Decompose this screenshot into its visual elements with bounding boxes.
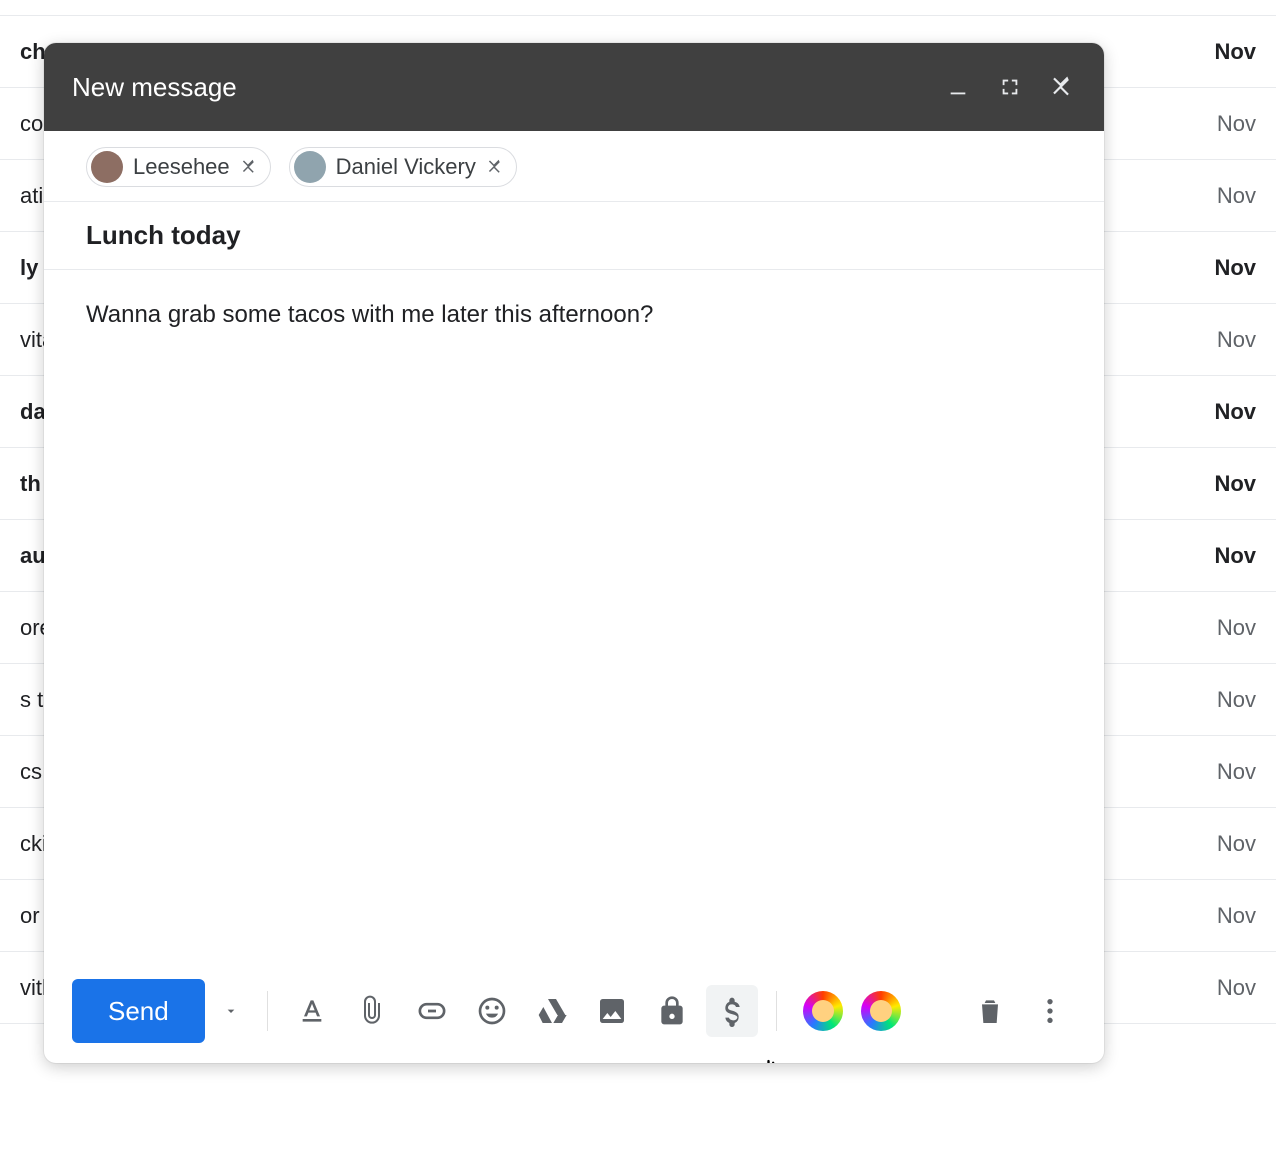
compose-body[interactable]: Wanna grab some tacos with me later this… xyxy=(44,270,1104,969)
recipients-row[interactable]: Leesehee Daniel Vickery xyxy=(44,131,1104,202)
formatting-button[interactable] xyxy=(286,985,338,1037)
insert-photo-button[interactable] xyxy=(586,985,638,1037)
inbox-date: Nov xyxy=(1217,831,1256,857)
confidential-mode-button[interactable] xyxy=(646,985,698,1037)
inbox-date: Nov xyxy=(1217,975,1256,1001)
minimize-button[interactable] xyxy=(944,73,972,101)
close-button[interactable] xyxy=(1048,73,1076,101)
inbox-date: Nov xyxy=(1214,255,1256,281)
inbox-date: Nov xyxy=(1214,543,1256,569)
recipient-name: Daniel Vickery xyxy=(336,154,476,180)
recipient-chip[interactable]: Daniel Vickery xyxy=(289,147,517,187)
more-options-button[interactable] xyxy=(1024,985,1076,1037)
inbox-date: Nov xyxy=(1217,903,1256,929)
insert-drive-button[interactable] xyxy=(526,985,578,1037)
compose-title: New message xyxy=(72,72,920,103)
inbox-date: Nov xyxy=(1217,615,1256,641)
inbox-date: Nov xyxy=(1214,39,1256,65)
compose-toolbar: Send xyxy=(44,969,1104,1063)
inbox-date: Nov xyxy=(1217,759,1256,785)
send-button[interactable]: Send xyxy=(72,979,205,1043)
inbox-date: Nov xyxy=(1214,471,1256,497)
discard-draft-button[interactable] xyxy=(964,985,1016,1037)
remove-recipient-icon[interactable] xyxy=(486,158,504,176)
recipient-chip[interactable]: Leesehee xyxy=(86,147,271,187)
fullscreen-button[interactable] xyxy=(996,73,1024,101)
inbox-date: Nov xyxy=(1217,687,1256,713)
inbox-date: Nov xyxy=(1217,183,1256,209)
avatar xyxy=(91,151,123,183)
compose-header: New message xyxy=(44,43,1104,131)
insert-emoji-button[interactable] xyxy=(466,985,518,1037)
separator xyxy=(776,991,777,1031)
addon-button[interactable] xyxy=(861,991,901,1031)
inbox-date: Nov xyxy=(1217,111,1256,137)
separator xyxy=(267,991,268,1031)
compose-window: New message Leesehee Daniel Vickery Lunc… xyxy=(44,43,1104,1063)
remove-recipient-icon[interactable] xyxy=(240,158,258,176)
avatar xyxy=(294,151,326,183)
insert-link-button[interactable] xyxy=(406,985,458,1037)
send-options-dropdown[interactable] xyxy=(213,979,249,1043)
inbox-date: Nov xyxy=(1214,399,1256,425)
attach-file-button[interactable] xyxy=(346,985,398,1037)
subject-input[interactable]: Lunch today xyxy=(44,202,1104,270)
inbox-date: Nov xyxy=(1217,327,1256,353)
send-money-button[interactable] xyxy=(706,985,758,1037)
addon-button[interactable] xyxy=(803,991,843,1031)
recipient-name: Leesehee xyxy=(133,154,230,180)
